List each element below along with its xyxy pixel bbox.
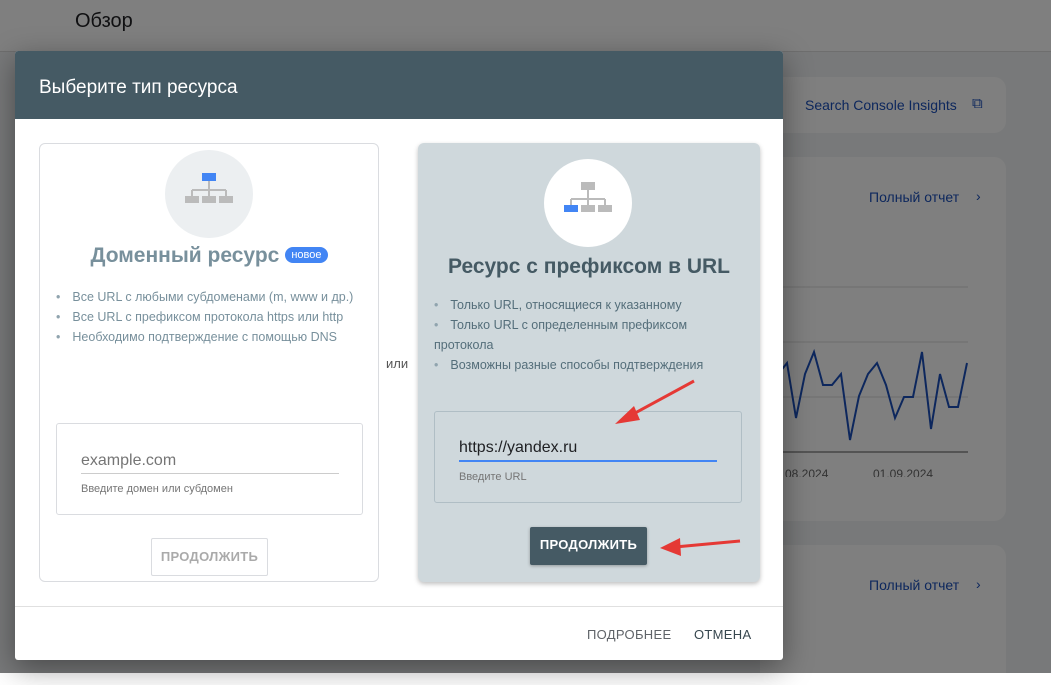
domain-continue-button[interactable]: ПРОДОЛЖИТЬ bbox=[151, 538, 268, 576]
url-prefix-features: Только URL, относящиеся к указанному Тол… bbox=[434, 295, 734, 375]
list-item: Все URL с префиксом протокола https или … bbox=[56, 307, 356, 327]
learn-more-button[interactable]: ПОДРОБНЕЕ bbox=[587, 627, 671, 642]
sitemap-icon bbox=[165, 150, 253, 238]
red-arrow-annotation bbox=[660, 538, 741, 556]
new-badge: новое bbox=[285, 247, 328, 263]
list-item: Возможны разные способы подтверждения bbox=[434, 355, 734, 375]
or-label: или bbox=[386, 356, 409, 371]
url-prefix-title: Ресурс с префиксом в URL bbox=[447, 255, 731, 278]
domain-features: Все URL с любыми субдоменами (m, www и д… bbox=[56, 287, 356, 347]
url-continue-button[interactable]: ПРОДОЛЖИТЬ bbox=[530, 527, 647, 565]
list-item: Необходимо подтверждение с помощью DNS bbox=[56, 327, 356, 347]
dialog-title: Выберите тип ресурса bbox=[15, 51, 783, 119]
resource-type-dialog: Выберите тип ресурса Доменный ресурс ново… bbox=[15, 51, 783, 660]
domain-title: Доменный ресурс bbox=[90, 244, 280, 267]
list-item: Только URL с определенным префиксом прот… bbox=[434, 315, 734, 355]
list-item: Все URL с любыми субдоменами (m, www и д… bbox=[56, 287, 356, 307]
red-arrow-annotation bbox=[615, 379, 695, 424]
domain-hint: Введите домен или субдомен bbox=[81, 483, 233, 495]
url-input[interactable] bbox=[459, 436, 717, 462]
list-item: Только URL, относящиеся к указанному bbox=[434, 295, 734, 315]
url-prefix-option-card[interactable]: Ресурс с префиксом в URL Только URL, отн… bbox=[418, 143, 760, 582]
domain-input[interactable] bbox=[81, 448, 339, 474]
cancel-button[interactable]: ОТМЕНА bbox=[694, 627, 751, 642]
url-hint: Введите URL bbox=[459, 471, 527, 483]
sitemap-icon bbox=[544, 159, 632, 247]
dialog-footer: ПОДРОБНЕЕ ОТМЕНА bbox=[15, 606, 783, 660]
domain-option-card[interactable]: Доменный ресурс новое Все URL с любыми су… bbox=[39, 143, 379, 582]
domain-input-box: Введите домен или субдомен bbox=[56, 423, 363, 515]
